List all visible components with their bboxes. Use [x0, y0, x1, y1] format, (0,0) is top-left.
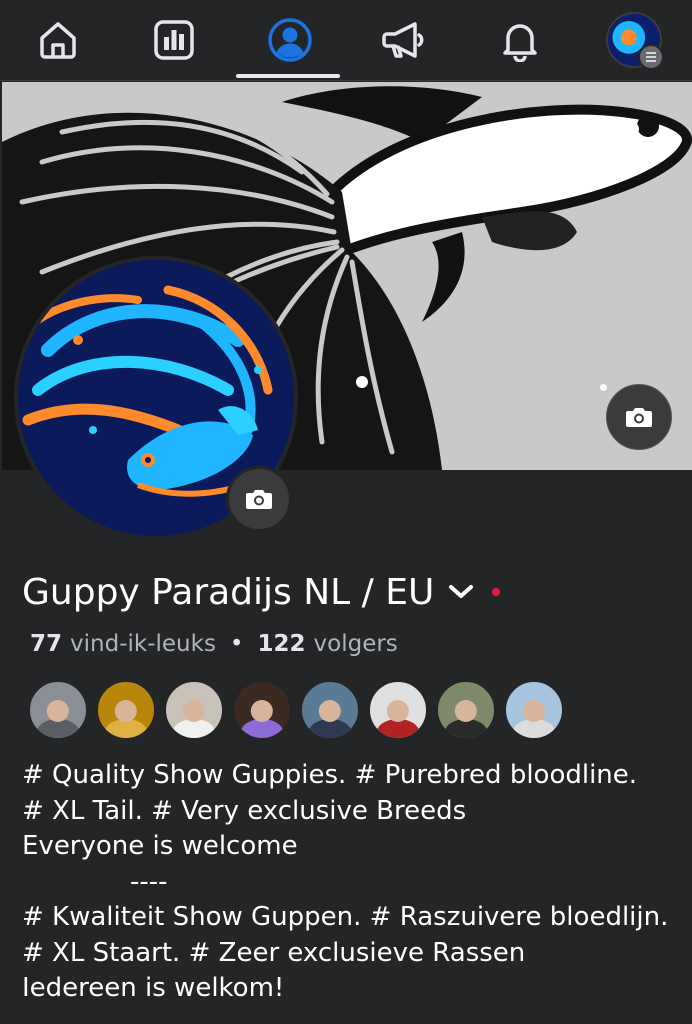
edit-cover-photo-button[interactable]	[606, 384, 672, 450]
follower-avatar[interactable]	[96, 680, 156, 740]
megaphone-icon	[382, 22, 424, 58]
likes-count[interactable]: 77	[30, 631, 62, 657]
nav-announcements[interactable]	[346, 0, 462, 80]
notification-dot	[492, 588, 501, 596]
bio-line: Iedereen is welkom!	[22, 973, 285, 1003]
avatar-body	[104, 718, 148, 738]
bio-line: # XL Staart. # Zeer exclusieve Rassen	[22, 937, 526, 968]
nav-account-menu[interactable]	[576, 0, 692, 80]
active-tab-indicator	[236, 74, 340, 78]
follower-avatar[interactable]	[436, 680, 496, 740]
follower-avatar[interactable]	[164, 680, 224, 740]
avatar-body	[240, 718, 284, 738]
camera-icon	[626, 408, 652, 427]
camera-icon	[246, 490, 272, 509]
likes-label[interactable]: vind-ik-leuks	[70, 631, 216, 657]
menu-icon	[638, 44, 664, 70]
follower-avatar[interactable]	[232, 680, 292, 740]
follower-avatar[interactable]	[504, 680, 564, 740]
follower-avatar[interactable]	[368, 680, 428, 740]
top-navigation-bar	[0, 0, 692, 81]
avatar-body	[308, 718, 352, 738]
avatar-body	[512, 718, 556, 738]
home-icon	[40, 22, 76, 59]
stats-separator: •	[229, 631, 244, 657]
avatar-body	[376, 718, 420, 738]
carousel-dot	[600, 384, 607, 391]
avatar-body	[444, 718, 488, 738]
add-person-icon[interactable]	[614, 118, 654, 158]
edit-profile-picture-button[interactable]	[226, 466, 292, 532]
page-name-text: Guppy Paradijs NL / EU	[22, 571, 435, 613]
nav-home[interactable]	[0, 0, 116, 80]
page-bio: # Quality Show Guppies. # Purebred blood…	[22, 758, 682, 1007]
carousel-dot	[356, 376, 368, 388]
bio-line: # Quality Show Guppies. # Purebred blood…	[22, 760, 638, 790]
bio-line: ----	[130, 866, 168, 897]
page-title[interactable]: Guppy Paradijs NL / EU	[22, 566, 501, 618]
bell-icon	[503, 24, 537, 62]
follower-avatar[interactable]	[28, 680, 88, 740]
account-avatar	[606, 12, 664, 70]
follower-avatar[interactable]	[300, 680, 360, 740]
nav-notifications[interactable]	[462, 0, 578, 80]
follower-avatars-list	[28, 680, 564, 740]
bio-line: # Kwaliteit Show Guppen. # Raszuivere bl…	[22, 902, 669, 932]
dashboard-icon	[154, 20, 194, 60]
avatar-body	[172, 718, 216, 738]
followers-label[interactable]: volgers	[314, 631, 398, 657]
nav-profile[interactable]	[232, 0, 348, 80]
avatar-body	[36, 718, 80, 738]
nav-dashboard[interactable]	[116, 0, 232, 80]
chevron-down-icon[interactable]	[448, 584, 474, 600]
followers-count[interactable]: 122	[258, 631, 306, 657]
page-stats: 77 vind-ik-leuks • 122 volgers	[30, 626, 398, 662]
bio-line: Everyone is welcome	[22, 831, 298, 861]
bio-line: # XL Tail. # Very exclusive Breeds	[22, 795, 467, 826]
profile-icon	[268, 18, 312, 62]
